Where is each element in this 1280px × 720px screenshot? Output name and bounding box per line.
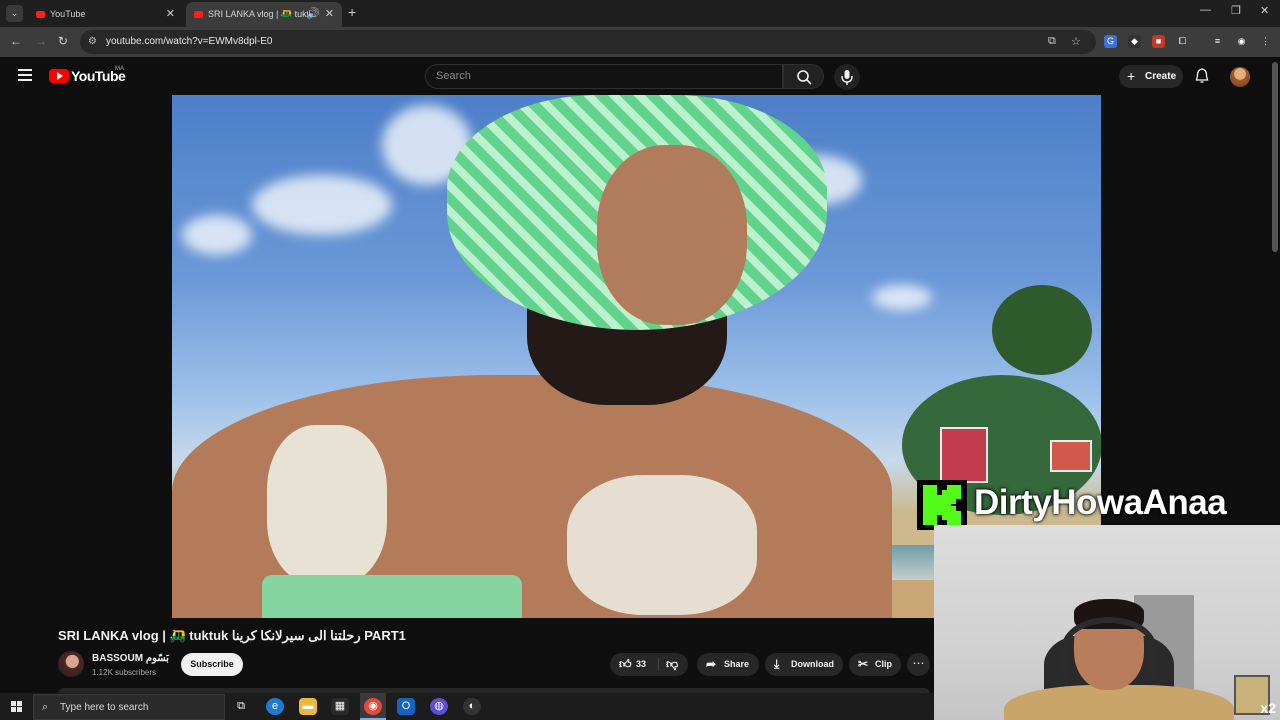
voice-search-button[interactable] xyxy=(834,64,860,90)
tab-title: SRI LANKA vlog | 🛺 tuktuk xyxy=(208,9,308,19)
beach-sign xyxy=(1050,440,1092,472)
tab-search-icon[interactable]: ⌄ xyxy=(6,5,23,22)
extensions-puzzle-icon[interactable]: ⧠ xyxy=(1176,35,1189,48)
download-label: Download xyxy=(791,659,834,669)
video-title: SRI LANKA vlog | 🛺 tuktuk رحلتنا الى سير… xyxy=(58,628,406,643)
tab-video[interactable]: SRI LANKA vlog | 🛺 tuktuk 🔊 ✕ xyxy=(186,2,342,27)
media-control-icon[interactable]: ≡ xyxy=(1211,35,1224,48)
youtube-favicon-icon xyxy=(194,11,203,18)
multiplier-badge: x2 xyxy=(1260,700,1276,716)
tab-youtube[interactable]: YouTube ✕ xyxy=(28,2,183,27)
install-app-icon[interactable]: ⧉ xyxy=(1048,35,1056,48)
more-actions-button[interactable]: ⋯ xyxy=(907,653,930,676)
subscribe-button[interactable]: Subscribe xyxy=(181,653,243,676)
forward-icon[interactable]: → xyxy=(35,34,47,48)
streamer-overlay: DirtyHowaAnaa xyxy=(917,480,1280,530)
windows-taskbar: ⌕ Type here to search ⧉ e ▬ ▦ ◉ O ◍ ◐ xyxy=(0,693,934,720)
webcam-feed: x2 xyxy=(934,525,1280,720)
download-icon: ⤓ xyxy=(774,657,780,671)
close-window-icon[interactable]: ✕ xyxy=(1260,4,1269,17)
download-button[interactable]: ⤓ Download xyxy=(765,653,843,676)
minimize-icon[interactable]: — xyxy=(1200,4,1211,16)
speaker-icon[interactable]: 🔊 xyxy=(306,2,320,27)
clip-label: Clip xyxy=(875,659,892,669)
taskbar-search-placeholder[interactable]: Type here to search xyxy=(60,702,148,713)
browser-tab-strip: ⌄ YouTube ✕ SRI LANKA vlog | 🛺 tuktuk 🔊 … xyxy=(0,0,1280,27)
outlook-icon[interactable]: O xyxy=(397,698,415,715)
search-icon xyxy=(797,70,812,85)
chrome-icon[interactable]: ◉ xyxy=(364,698,382,715)
beach-sign xyxy=(940,427,988,483)
thumbs-down-icon[interactable]: 👎︎ xyxy=(666,653,678,676)
close-tab-icon[interactable]: ✕ xyxy=(325,2,334,27)
like-dislike-group: 👍︎ 33 👎︎ xyxy=(610,653,688,676)
country-code: MA xyxy=(115,66,124,72)
new-tab-icon[interactable]: + xyxy=(348,4,356,20)
notifications-bell-icon[interactable] xyxy=(1195,68,1209,84)
site-info-icon[interactable]: ⚙ xyxy=(88,36,97,47)
url-text[interactable]: youtube.com/watch?v=EWMv8dpl-E0 xyxy=(106,36,272,47)
channel-name[interactable]: BASSOUM بَسّوم xyxy=(92,653,169,664)
file-explorer-icon[interactable]: ▬ xyxy=(299,698,317,715)
share-arrow-icon: ➦ xyxy=(706,657,717,671)
address-bar[interactable]: ⚙ youtube.com/watch?v=EWMv8dpl-E0 ⧉ ☆ xyxy=(80,30,1096,54)
hamburger-menu-icon[interactable] xyxy=(18,69,32,81)
extension-diamond-icon[interactable]: ◆ xyxy=(1128,35,1141,48)
like-count[interactable]: 33 xyxy=(636,653,646,676)
menu-kebab-icon[interactable]: ⋮ xyxy=(1259,35,1272,48)
extension-red-icon[interactable]: ■ xyxy=(1152,35,1165,48)
youtube-logo-icon[interactable] xyxy=(49,69,69,83)
profile-icon[interactable]: ◉ xyxy=(1235,35,1248,48)
search-input[interactable] xyxy=(436,70,756,82)
app-icon[interactable]: ◐ xyxy=(463,698,481,715)
edge-icon[interactable]: e xyxy=(266,698,284,715)
microphone-icon xyxy=(841,70,853,85)
reload-icon[interactable]: ↻ xyxy=(58,34,68,48)
search-icon: ⌕ xyxy=(42,701,49,713)
youtube-header: YouTube MA + Create xyxy=(0,57,1280,95)
share-label: Share xyxy=(724,659,750,669)
subscriber-count: 1.12K subscribers xyxy=(92,668,157,677)
scissors-icon: ✂ xyxy=(858,657,869,671)
back-icon[interactable]: ← xyxy=(10,34,22,48)
thumbs-up-icon[interactable]: 👍︎ xyxy=(619,653,632,676)
create-label: Create xyxy=(1145,71,1177,82)
create-button[interactable]: + Create xyxy=(1119,65,1183,88)
browser-toolbar: ← → ↻ ⚙ youtube.com/watch?v=EWMv8dpl-E0 … xyxy=(0,27,1280,57)
headset-icon xyxy=(1062,617,1156,677)
task-view-icon[interactable]: ⧉ xyxy=(232,698,250,715)
search-box[interactable] xyxy=(425,64,783,89)
plus-icon: + xyxy=(1127,68,1136,84)
user-avatar[interactable] xyxy=(1230,67,1250,87)
share-button[interactable]: ➦ Share xyxy=(697,653,759,676)
page-scrollbar[interactable] xyxy=(1272,62,1278,252)
tab-title: YouTube xyxy=(50,9,86,19)
windows-start-icon[interactable] xyxy=(11,701,23,713)
store-icon[interactable]: ▦ xyxy=(331,698,349,715)
youtube-favicon-icon xyxy=(36,11,45,18)
channel-avatar[interactable] xyxy=(58,651,84,677)
search-button[interactable] xyxy=(783,64,824,89)
clip-button[interactable]: ✂ Clip xyxy=(849,653,901,676)
bookmark-star-icon[interactable]: ☆ xyxy=(1071,35,1081,48)
taskbar-search[interactable]: ⌕ Type here to search xyxy=(33,694,225,720)
kick-logo-icon xyxy=(917,480,967,530)
translate-extension-icon[interactable]: G xyxy=(1104,35,1117,48)
messenger-icon[interactable]: ◍ xyxy=(430,698,448,715)
streamer-name: DirtyHowaAnaa xyxy=(974,483,1227,522)
close-tab-icon[interactable]: ✕ xyxy=(166,2,175,27)
subject-face xyxy=(597,145,747,325)
restore-icon[interactable]: ❐ xyxy=(1231,4,1241,17)
